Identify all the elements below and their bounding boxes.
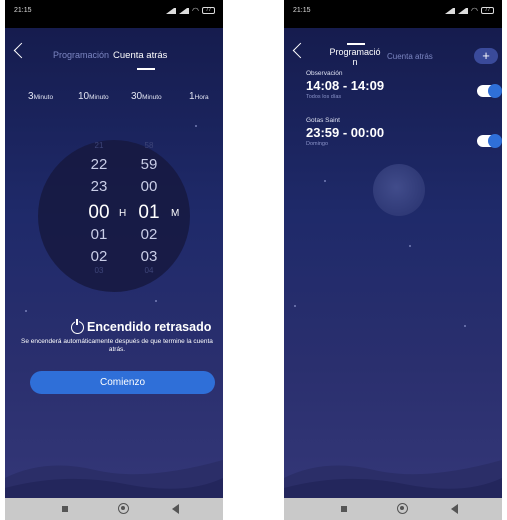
moon-decoration (373, 164, 425, 216)
hills-decoration (284, 460, 502, 498)
minute-value: 02 (140, 226, 158, 243)
delay-title: Encendido retrasado (87, 320, 212, 334)
hour-value: 23 (90, 178, 108, 195)
schedule-name: Observación (306, 70, 343, 77)
quick-option-3-min[interactable]: 3 Minuto (28, 91, 53, 102)
minute-value: 03 (140, 248, 158, 265)
wifi-icon: ◠ (192, 6, 199, 15)
schedule-toggle[interactable] (477, 84, 502, 98)
star-decoration (464, 325, 466, 327)
back-icon[interactable] (292, 42, 309, 59)
schedule-range: 14:08 - 14:09 (306, 78, 385, 93)
schedule-days: Domingo (306, 141, 329, 147)
battery-icon: 77 (481, 7, 494, 14)
countdown-screen: 21:15 ◠ 77 Programación Cuenta atrás 3 Mi… (5, 0, 223, 520)
tab-schedule[interactable]: Programació n (327, 47, 383, 67)
hour-value: 03 (94, 266, 104, 275)
signal-icon (458, 7, 469, 14)
start-button[interactable]: Comienzo (30, 371, 215, 394)
nav-square-icon[interactable] (62, 506, 68, 512)
hour-value: 21 (94, 141, 104, 150)
schedule-toggle[interactable] (477, 134, 502, 148)
minute-unit: M (171, 208, 180, 219)
battery-icon: 77 (202, 7, 215, 14)
hills-decoration (5, 460, 223, 498)
minute-value: 58 (144, 141, 154, 150)
add-schedule-button[interactable]: + (474, 48, 498, 64)
header: Programació n Cuenta atrás + (284, 28, 502, 72)
back-icon[interactable] (13, 42, 30, 59)
hour-value: 02 (90, 248, 108, 265)
signal-icon (445, 7, 456, 14)
nav-square-icon[interactable] (341, 506, 347, 512)
minute-selected: 01 (138, 202, 160, 223)
schedule-item[interactable]: Gotas Saint 23:59 - 00:00 Domingo (306, 117, 384, 147)
delay-description: Se encenderá automáticamente después de … (21, 338, 213, 353)
tab-countdown[interactable]: Cuenta atrás (387, 52, 433, 61)
quick-option-1-hour[interactable]: 1 Hora (189, 91, 209, 102)
nav-home-icon[interactable] (118, 503, 129, 514)
nav-back-icon[interactable] (451, 504, 458, 514)
minute-value: 59 (140, 156, 158, 173)
power-icon (71, 318, 84, 334)
status-time: 21:15 (14, 7, 32, 14)
system-nav-bar (284, 498, 502, 520)
nav-home-icon[interactable] (397, 503, 408, 514)
schedule-days: Todos los días (306, 94, 342, 100)
hour-selected: 00 (88, 202, 110, 223)
hour-value: 01 (90, 226, 108, 243)
status-time: 21:15 (293, 7, 311, 14)
star-decoration (294, 305, 296, 307)
hour-unit: H (119, 208, 127, 219)
tab-indicator (347, 43, 365, 45)
signal-icon (179, 7, 190, 14)
nav-back-icon[interactable] (172, 504, 179, 514)
schedule-screen: 21:15 ◠ 77 Programació n Cuenta atrás + … (284, 0, 502, 520)
star-decoration (195, 125, 197, 127)
minute-value: 00 (140, 178, 158, 195)
signal-icon (166, 7, 177, 14)
hour-value: 22 (90, 156, 108, 173)
star-decoration (25, 310, 27, 312)
schedule-name: Gotas Saint (306, 117, 340, 124)
system-nav-bar (5, 498, 223, 520)
star-decoration (409, 245, 411, 247)
star-decoration (155, 300, 157, 302)
star-decoration (324, 180, 326, 182)
status-bar: 21:15 ◠ 77 (284, 0, 502, 28)
wifi-icon: ◠ (471, 6, 478, 15)
schedule-range: 23:59 - 00:00 (306, 125, 385, 140)
schedule-item[interactable]: Observación 14:08 - 14:09 Todos los días (306, 70, 384, 100)
minute-value: 04 (144, 266, 154, 275)
delay-power-on: Encendido retrasado (71, 318, 212, 334)
